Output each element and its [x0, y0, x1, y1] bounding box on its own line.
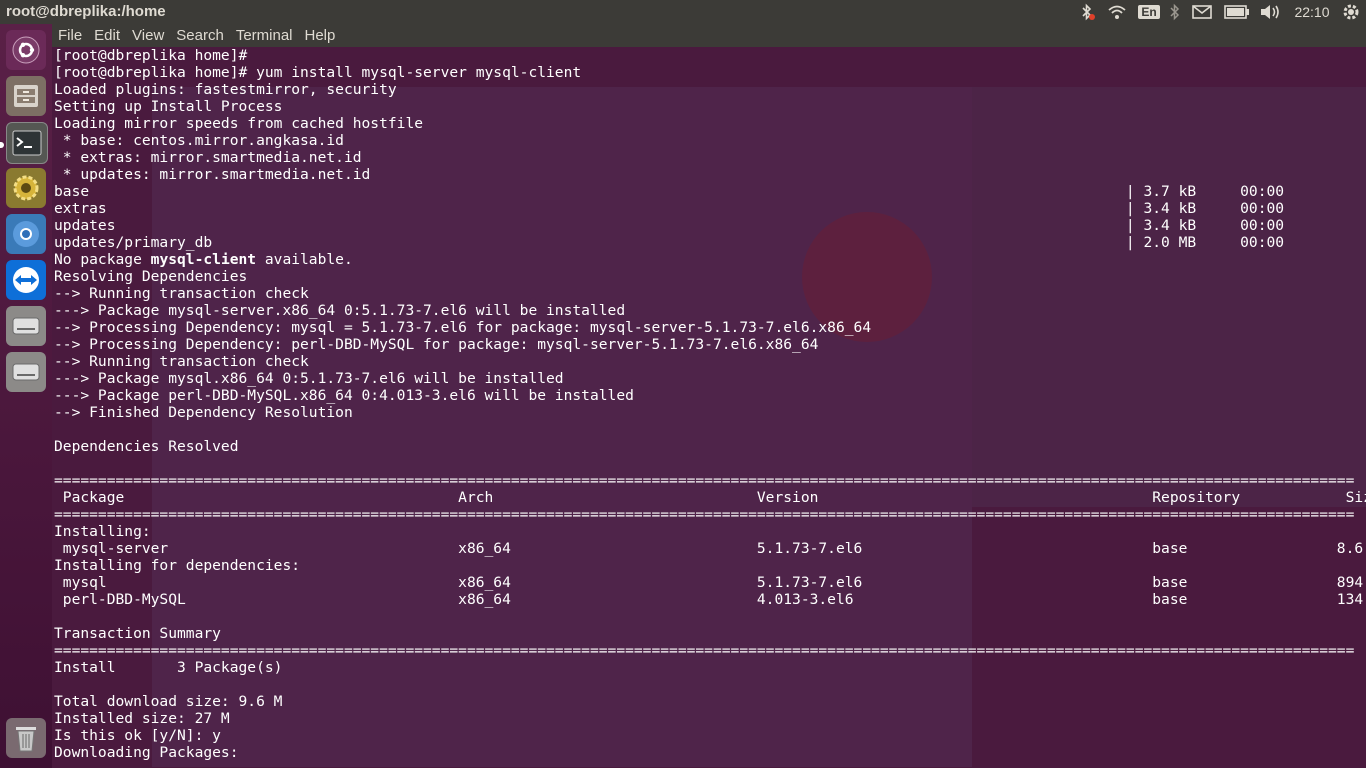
window-title: root@dbreplika:/home — [6, 3, 166, 20]
terminal-line: --> Processing Dependency: mysql = 5.1.7… — [54, 319, 872, 336]
file-manager-icon[interactable] — [6, 76, 46, 116]
keyboard-layout-indicator[interactable]: En — [1138, 3, 1160, 21]
terminal-line: Install 3 Package(s) — [54, 659, 283, 676]
terminal-line: ---> Package mysql.x86_64 0:5.1.73-7.el6… — [54, 370, 564, 387]
terminal-line: Dependencies Resolved — [54, 438, 239, 455]
terminal-line: perl-DBD-MySQL x86_64 4.013-3.el6 base 1… — [54, 591, 1366, 608]
terminal-line: ---> Package perl-DBD-MySQL.x86_64 0:4.0… — [54, 387, 634, 404]
terminal-text: [root@dbreplika home]# [root@dbreplika ho… — [54, 47, 1366, 761]
terminal-line: ========================================… — [54, 472, 1355, 489]
terminal-line: base | 3.7 kB 00:00 — [54, 183, 1285, 200]
bluetooth-icon[interactable] — [1166, 3, 1184, 21]
terminal-line: Installed size: 27 M — [54, 710, 230, 727]
active-pip — [0, 142, 4, 148]
terminal-line: updates | 3.4 kB 00:00 — [54, 217, 1285, 234]
terminal-line: Downloading Packages: — [54, 744, 239, 761]
terminal-line: Loaded plugins: fastestmirror, security — [54, 81, 397, 98]
menu-file[interactable]: File — [52, 27, 88, 44]
terminal-line: Total download size: 9.6 M — [54, 693, 283, 710]
bold-package-name: mysql-client — [150, 251, 257, 268]
keyboard-layout-label: En — [1138, 5, 1160, 19]
terminal-line: Resolving Dependencies — [54, 268, 248, 285]
terminal-line: --> Processing Dependency: perl-DBD-MySQ… — [54, 336, 819, 353]
clock[interactable]: 22:10 — [1290, 3, 1334, 21]
terminal-line: ========================================… — [54, 642, 1355, 659]
terminal-line: [root@dbreplika home]# — [54, 47, 248, 64]
terminal-line: Installing for dependencies: — [54, 557, 301, 574]
menu-terminal[interactable]: Terminal — [230, 27, 299, 44]
terminal-line: --> Running transaction check — [54, 353, 309, 370]
terminal-output[interactable]: [root@dbreplika home]# [root@dbreplika ho… — [52, 47, 1366, 768]
terminal-line: ---> Package mysql-server.x86_64 0:5.1.7… — [54, 302, 626, 319]
terminal-menubar: File Edit View Search Terminal Help — [52, 24, 1366, 47]
terminal-line: Setting up Install Process — [54, 98, 283, 115]
drive-icon[interactable] — [6, 306, 46, 346]
battery-icon[interactable] — [1222, 3, 1252, 21]
terminal-line: [root@dbreplika home]# yum install mysql… — [54, 64, 582, 81]
menu-help[interactable]: Help — [299, 27, 342, 44]
top-panel: root@dbreplika:/home En 22:10 — [0, 0, 1366, 24]
menu-search[interactable]: Search — [170, 27, 230, 44]
menu-view[interactable]: View — [126, 27, 170, 44]
launcher — [0, 24, 53, 768]
terminal-line: mysql-server x86_64 5.1.73-7.el6 base 8.… — [54, 540, 1366, 557]
wifi-icon[interactable] — [1106, 3, 1128, 21]
terminal-line: * base: centos.mirror.angkasa.id — [54, 132, 344, 149]
terminal-line: Transaction Summary — [54, 625, 221, 642]
terminal-line: Installing: — [54, 523, 151, 540]
menu-edit[interactable]: Edit — [88, 27, 126, 44]
ubuntu-dash-icon[interactable] — [6, 30, 46, 70]
drive-icon[interactable] — [6, 352, 46, 392]
terminal-line: No package mysql-client available. — [54, 251, 353, 268]
terminal-line: --> Running transaction check — [54, 285, 309, 302]
mail-icon[interactable] — [1190, 3, 1214, 21]
terminal-line: updates/primary_db | 2.0 MB 00:00 — [54, 234, 1285, 251]
terminal-icon[interactable] — [6, 122, 48, 164]
terminal-line: Package Arch Version Repository Size — [54, 489, 1366, 506]
chromium-icon[interactable] — [6, 214, 46, 254]
bluetooth-off-icon[interactable] — [1076, 3, 1098, 21]
teamviewer-icon[interactable] — [6, 260, 46, 300]
terminal-line: * extras: mirror.smartmedia.net.id — [54, 149, 362, 166]
terminal-line: --> Finished Dependency Resolution — [54, 404, 353, 421]
power-gear-icon[interactable] — [1340, 3, 1362, 21]
volume-icon[interactable] — [1258, 3, 1282, 21]
terminal-line: ========================================… — [54, 506, 1355, 523]
terminal-line: Is this ok [y/N]: y — [54, 727, 221, 744]
terminal-line: mysql x86_64 5.1.73-7.el6 base 894 k — [54, 574, 1366, 591]
system-settings-icon[interactable] — [6, 168, 46, 208]
terminal-line: * updates: mirror.smartmedia.net.id — [54, 166, 371, 183]
terminal-line: extras | 3.4 kB 00:00 — [54, 200, 1285, 217]
trash-icon[interactable] — [6, 718, 46, 758]
terminal-line: Loading mirror speeds from cached hostfi… — [54, 115, 424, 132]
